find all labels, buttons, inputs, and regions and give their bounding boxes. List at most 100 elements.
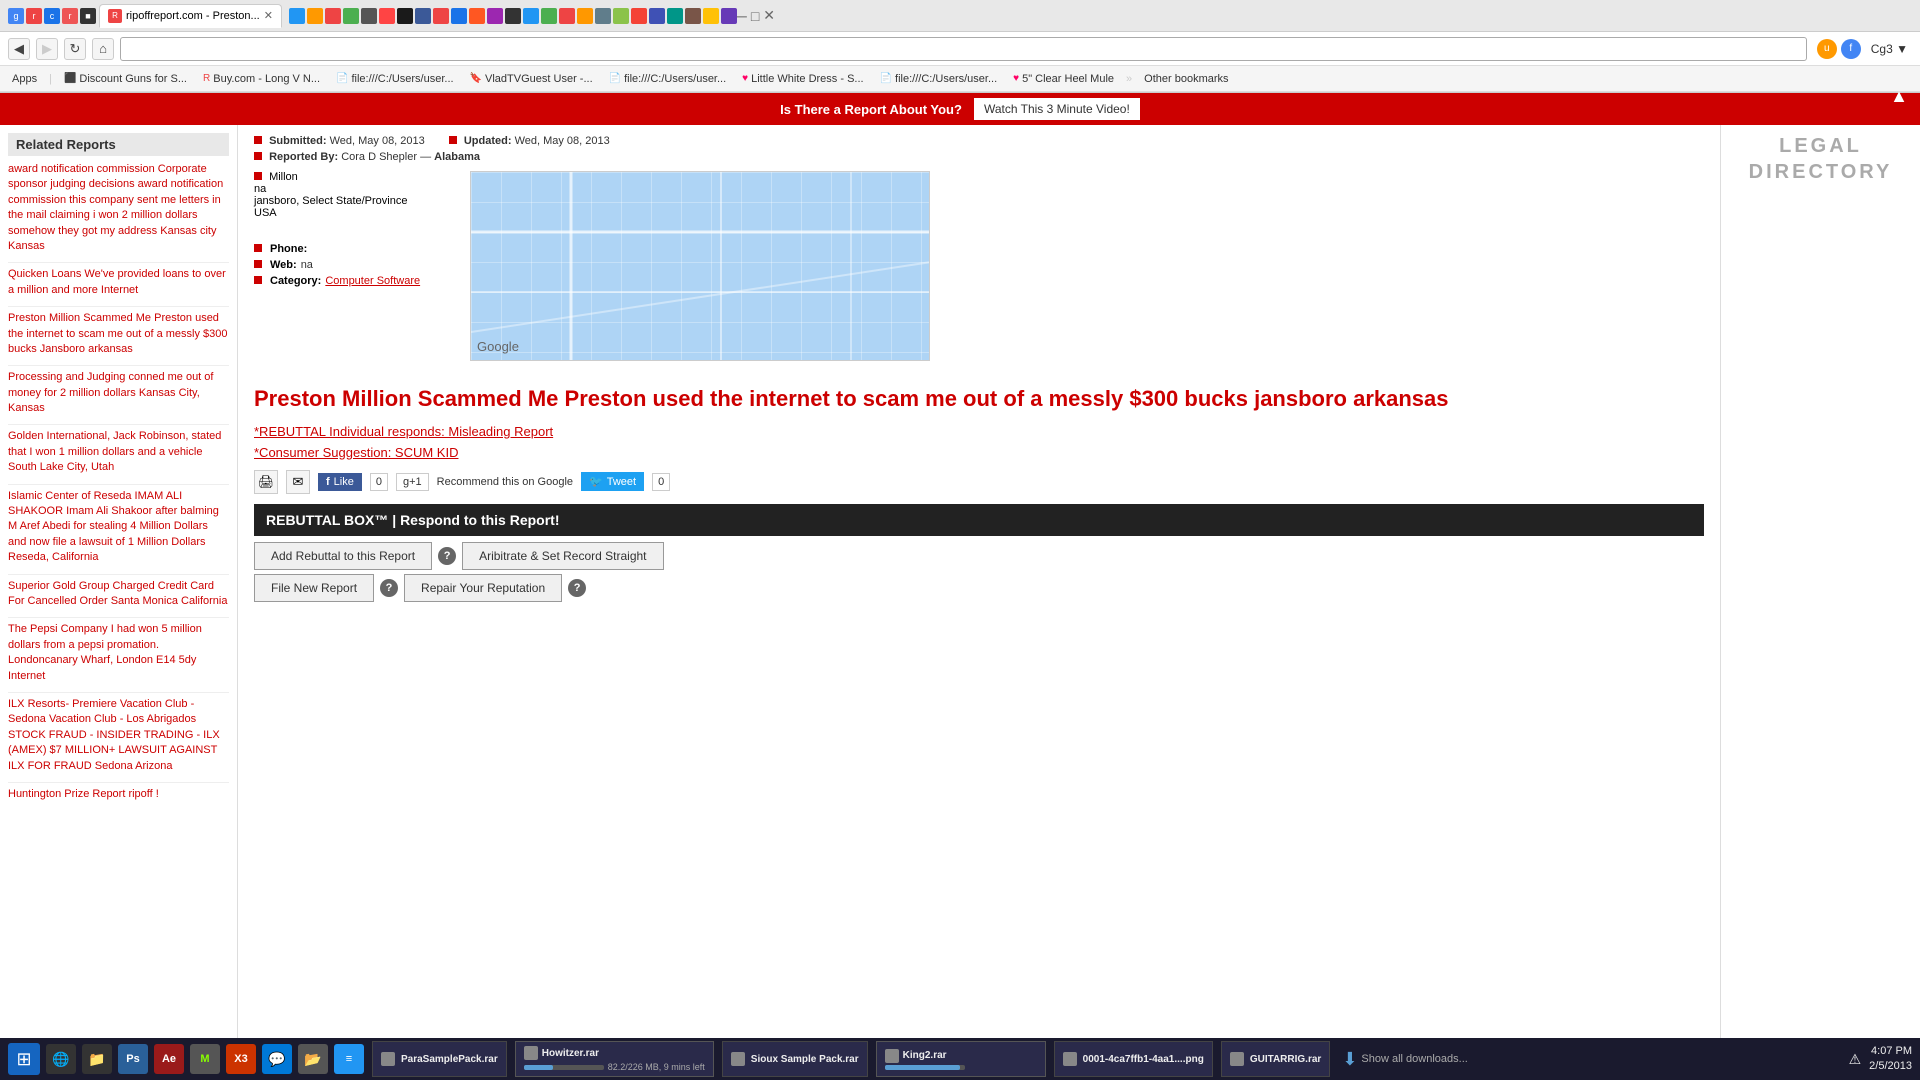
bookmark-little-white-dress[interactable]: ♥ Little White Dress - S... <box>738 71 867 87</box>
bookmark-discount-guns[interactable]: ⬛ Discount Guns for S... <box>60 71 191 87</box>
show-all-label[interactable]: Show all downloads... <box>1361 1053 1467 1065</box>
favicon-27 <box>667 8 683 24</box>
category-square <box>254 276 262 284</box>
add-rebuttal-button[interactable]: Add Rebuttal to this Report <box>254 542 432 570</box>
sidebar-link-1[interactable]: Quicken Loans We've provided loans to ov… <box>8 267 229 298</box>
taskbar-download-5[interactable]: 0001-4ca7ffb1-4aa1....png <box>1054 1041 1213 1077</box>
sidebar-link-8[interactable]: ILX Resorts- Premiere Vacation Club - Se… <box>8 697 229 774</box>
window-close[interactable]: ✕ <box>763 7 775 24</box>
fb-icon[interactable]: f <box>1841 39 1861 59</box>
bookmark-apps[interactable]: Apps <box>8 71 41 87</box>
repair-reputation-button[interactable]: Repair Your Reputation <box>404 574 562 602</box>
start-button[interactable]: ⊞ <box>8 1043 40 1075</box>
bookmark-file3[interactable]: 📄 file:///C:/Users/user... <box>876 71 1002 87</box>
taskbar-ps-icon[interactable]: Ps <box>118 1044 148 1074</box>
taskbar-download-4[interactable]: King2.rar <box>876 1041 1046 1077</box>
download-2-icon <box>524 1046 538 1060</box>
taskbar-download-2[interactable]: Howitzer.rar 82.2/226 MB, 9 mins left <box>515 1041 714 1077</box>
email-icon[interactable]: ✉ <box>286 470 310 494</box>
window-maximize[interactable]: □ <box>751 8 759 24</box>
taskbar-download-3[interactable]: Sioux Sample Pack.rar <box>722 1041 868 1077</box>
file-new-report-button[interactable]: File New Report <box>254 574 374 602</box>
bookmark-favicon-6: ♥ <box>742 73 748 84</box>
taskbar-download-6[interactable]: GUITARRIG.rar <box>1221 1041 1331 1077</box>
rebuttal-box[interactable]: REBUTTAL BOX™ | Respond to this Report! <box>254 504 1704 536</box>
cg3-label[interactable]: Cg3 ▼ <box>1867 42 1912 56</box>
taskbar-date: 2/5/2013 <box>1869 1059 1912 1074</box>
rebuttal-link[interactable]: *REBUTTAL Individual responds: Misleadin… <box>254 424 1704 439</box>
right-sidebar: LEGAL DIRECTORY <box>1720 125 1920 1039</box>
file-report-help-icon[interactable]: ? <box>380 579 398 597</box>
taskbar-ae-icon[interactable]: Ae <box>154 1044 184 1074</box>
print-icon[interactable]: 🖨 <box>254 470 278 494</box>
watch-video-button[interactable]: Watch This 3 Minute Video! <box>974 98 1140 120</box>
taskbar-app9-icon[interactable]: ≡ <box>334 1044 364 1074</box>
category-label: Category: <box>270 275 321 287</box>
bookmark-file2[interactable]: 📄 file:///C:/Users/user... <box>605 71 731 87</box>
bookmark-label-8: 5" Clear Heel Mule <box>1022 73 1114 85</box>
address-bar[interactable]: www.ripoffreport.com/r/Millon/jansboro-S… <box>120 37 1807 61</box>
google-plus-button[interactable]: g+1 <box>396 473 429 491</box>
tweet-label: Tweet <box>607 476 636 488</box>
sidebar-link-0[interactable]: award notification commission Corporate … <box>8 162 229 254</box>
taskbar-settings-icon[interactable]: ⚠ <box>1849 1051 1862 1068</box>
download-arrow-icon[interactable]: ⬇ <box>1342 1049 1357 1070</box>
reload-button[interactable]: ↻ <box>64 38 86 60</box>
favicon-17 <box>487 8 503 24</box>
bookmark-heel-mule[interactable]: ♥ 5" Clear Heel Mule <box>1009 71 1118 87</box>
category-value[interactable]: Computer Software <box>325 275 420 287</box>
show-all-downloads[interactable]: ⬇ Show all downloads... <box>1342 1049 1468 1070</box>
twitter-bird-icon: 🐦 <box>589 475 603 488</box>
taskbar-skype-icon[interactable]: 💬 <box>262 1044 292 1074</box>
add-rebuttal-help-icon[interactable]: ? <box>438 547 456 565</box>
content-area: Submitted: Wed, May 08, 2013 Updated: We… <box>238 125 1720 1039</box>
window-minimize[interactable]: ─ <box>737 8 747 24</box>
tweet-button[interactable]: 🐦 Tweet <box>581 472 644 491</box>
favicon-30 <box>721 8 737 24</box>
sidebar-link-2[interactable]: Preston Million Scammed Me Preston used … <box>8 311 229 357</box>
sidebar-link-3[interactable]: Processing and Judging conned me out of … <box>8 370 229 416</box>
favicon-1: g <box>8 8 24 24</box>
taskbar-x3-icon[interactable]: X3 <box>226 1044 256 1074</box>
web-value[interactable]: na <box>301 259 313 271</box>
favicon-18 <box>505 8 521 24</box>
taskbar-explorer-icon[interactable]: 📂 <box>298 1044 328 1074</box>
user-icon[interactable]: u <box>1817 39 1837 59</box>
report-title: Preston Million Scammed Me Preston used … <box>254 385 1704 414</box>
sidebar-link-5[interactable]: Islamic Center of Reseda IMAM ALI SHAKOO… <box>8 489 229 566</box>
consumer-suggestion-link[interactable]: *Consumer Suggestion: SCUM KID <box>254 445 1704 460</box>
taskbar-chrome-icon[interactable]: 🌐 <box>46 1044 76 1074</box>
bookmark-favicon-ripoff: R <box>203 73 210 84</box>
sidebar-link-6[interactable]: Superior Gold Group Charged Credit Card … <box>8 579 229 610</box>
favicon-6 <box>289 8 305 24</box>
bookmark-file1[interactable]: 📄 file:///C:/Users/user... <box>332 71 458 87</box>
arbitrate-button[interactable]: Aribitrate & Set Record Straight <box>462 542 663 570</box>
favicon-24 <box>613 8 629 24</box>
sidebar-link-7[interactable]: The Pepsi Company I had won 5 million do… <box>8 622 229 684</box>
active-tab-label: ripoffreport.com - Preston... <box>126 10 260 22</box>
download-2-progress-fill <box>524 1065 553 1070</box>
facebook-like-button[interactable]: f Like <box>318 473 362 491</box>
download-1-icon <box>381 1052 395 1066</box>
taskbar-folder-icon[interactable]: 📁 <box>82 1044 112 1074</box>
taskbar-matrix-icon[interactable]: M <box>190 1044 220 1074</box>
sidebar-link-4[interactable]: Golden International, Jack Robinson, sta… <box>8 429 229 475</box>
reported-by-label: Reported By: <box>269 151 338 163</box>
bookmark-vlad[interactable]: 🔖 VladTVGuest User -... <box>466 71 597 87</box>
back-button[interactable]: ◀ <box>8 38 30 60</box>
sidebar-link-9[interactable]: Huntington Prize Report ripoff ! <box>8 787 229 802</box>
forward-button[interactable]: ▶ <box>36 38 58 60</box>
bookmark-label-3: file:///C:/Users/user... <box>351 73 453 85</box>
taskbar-download-1[interactable]: ParaSamplePack.rar <box>372 1041 507 1077</box>
active-tab[interactable]: R ripoffreport.com - Preston... ✕ <box>99 4 282 28</box>
download-2-progress-row: 82.2/226 MB, 9 mins left <box>524 1062 705 1072</box>
tab-close-icon[interactable]: ✕ <box>264 9 273 22</box>
repair-reputation-help-icon[interactable]: ? <box>568 579 586 597</box>
home-button[interactable]: ⌂ <box>92 38 114 60</box>
bookmark-ripoff[interactable]: R Buy.com - Long V N... <box>199 71 324 87</box>
bookmark-other[interactable]: Other bookmarks <box>1140 71 1232 87</box>
matrix-icon: M <box>200 1053 209 1065</box>
bookmark-label-2: Buy.com - Long V N... <box>213 73 320 85</box>
download-5-filename: 0001-4ca7ffb1-4aa1....png <box>1083 1054 1204 1065</box>
scroll-up-arrow[interactable]: ▲ <box>1890 86 1908 107</box>
